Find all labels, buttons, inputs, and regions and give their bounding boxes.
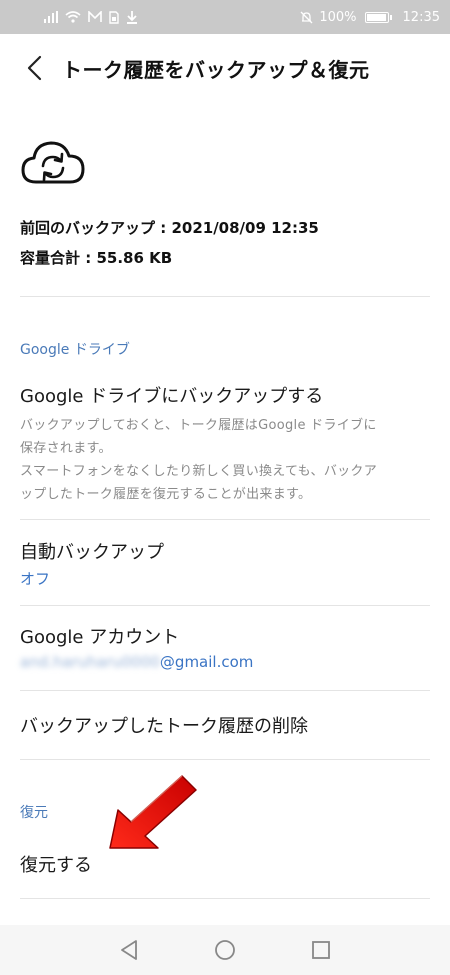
- divider: [20, 759, 430, 760]
- divider: [20, 605, 430, 606]
- total-size-info: 容量合計 : 55.86 KB: [20, 249, 173, 267]
- delete-backup-item[interactable]: バックアップしたトーク履歴の削除: [20, 712, 430, 738]
- google-account-item[interactable]: Google アカウント and.haruharu0000@gmail.com: [20, 623, 430, 671]
- nav-home-button[interactable]: [212, 937, 238, 963]
- backup-to-google-drive-item[interactable]: Google ドライブにバックアップする バックアップしておくと、トーク履歴はG…: [20, 382, 430, 506]
- backup-description: バックアップしておくと、トーク履歴はGoogle ドライブに 保存されます。 ス…: [20, 414, 430, 506]
- backup-description-line: バックアップしておくと、トーク履歴はGoogle ドライブに: [20, 418, 377, 433]
- battery-icon: [364, 11, 392, 23]
- status-icons-left: [44, 10, 138, 24]
- google-account-title: Google アカウント: [20, 627, 180, 648]
- navigation-bar: [0, 925, 450, 975]
- square-recents-icon: [312, 941, 330, 959]
- mail-icon: [88, 11, 102, 23]
- triangle-back-icon: [121, 940, 137, 960]
- section-header-restore: 復元: [20, 805, 48, 821]
- email-username-blurred: and.haruharu0000: [20, 653, 160, 671]
- auto-backup-item[interactable]: 自動バックアップ オフ: [20, 538, 430, 589]
- chevron-left-icon: [27, 55, 42, 81]
- google-account-email: and.haruharu0000@gmail.com: [20, 653, 430, 671]
- divider: [20, 296, 430, 297]
- page-title: トーク履歴をバックアップ＆復元: [62, 57, 370, 82]
- circle-home-icon: [215, 940, 235, 960]
- app-bar: トーク履歴をバックアップ＆復元: [0, 34, 450, 102]
- backup-description-line: スマートフォンをなくしたり新しく買い換えても、バックア: [20, 464, 378, 479]
- email-domain: @gmail.com: [159, 653, 254, 671]
- last-backup-info: 前回のバックアップ : 2021/08/09 12:35: [20, 219, 319, 237]
- cloud-sync-icon: [21, 141, 85, 184]
- status-bar: 100% 12:35: [0, 0, 450, 34]
- clock: 12:35: [402, 9, 440, 25]
- backup-description-line: ップしたトーク履歴を復元することが出来ます。: [20, 487, 312, 502]
- delete-backup-title: バックアップしたトーク履歴の削除: [20, 716, 308, 737]
- divider: [20, 519, 430, 520]
- divider: [20, 690, 430, 691]
- restore-title: 復元する: [20, 855, 92, 876]
- signal-icon: [44, 11, 58, 23]
- auto-backup-value: オフ: [20, 570, 51, 588]
- nav-back-button[interactable]: [116, 937, 142, 963]
- backup-to-google-drive-title: Google ドライブにバックアップする: [20, 386, 324, 407]
- mute-bell-icon: [300, 11, 313, 24]
- red-arrow-annotation: [109, 775, 197, 849]
- back-button[interactable]: [4, 38, 64, 98]
- restore-item[interactable]: 復元する: [20, 851, 430, 877]
- backup-description-line: 保存されます。: [20, 441, 112, 456]
- sim-icon: [109, 10, 119, 24]
- wifi-icon: [65, 11, 81, 23]
- divider: [20, 898, 430, 899]
- auto-backup-title: 自動バックアップ: [20, 542, 164, 563]
- status-icons-right: 100% 12:35: [300, 10, 440, 25]
- battery-percent: 100%: [319, 9, 357, 25]
- nav-recents-button[interactable]: [308, 937, 334, 963]
- section-header-google-drive: Google ドライブ: [20, 342, 130, 358]
- download-icon: [126, 10, 138, 24]
